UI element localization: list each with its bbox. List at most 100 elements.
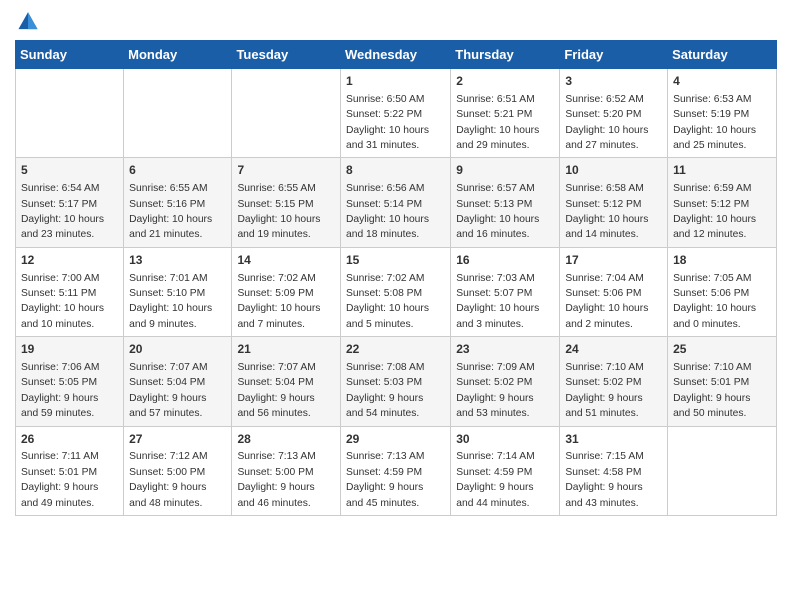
calendar-cell: 11 Sunrise: 6:59 AM Sunset: 5:12 PM Dayli… bbox=[668, 158, 777, 247]
calendar-cell: 27 Sunrise: 7:12 AM Sunset: 5:00 PM Dayli… bbox=[124, 426, 232, 515]
day-number: 29 bbox=[346, 431, 445, 448]
day-number: 15 bbox=[346, 252, 445, 269]
day-info: Sunrise: 7:00 AM Sunset: 5:11 PM Dayligh… bbox=[21, 273, 104, 330]
day-info: Sunrise: 7:11 AM Sunset: 5:01 PM Dayligh… bbox=[21, 451, 99, 508]
calendar-cell: 13 Sunrise: 7:01 AM Sunset: 5:10 PM Dayli… bbox=[124, 247, 232, 336]
page: SundayMondayTuesdayWednesdayThursdayFrid… bbox=[0, 0, 792, 531]
day-info: Sunrise: 7:15 AM Sunset: 4:58 PM Dayligh… bbox=[565, 451, 643, 508]
calendar-cell: 7 Sunrise: 6:55 AM Sunset: 5:15 PM Daylig… bbox=[232, 158, 341, 247]
day-number: 3 bbox=[565, 73, 662, 90]
calendar-cell: 25 Sunrise: 7:10 AM Sunset: 5:01 PM Dayli… bbox=[668, 337, 777, 426]
day-info: Sunrise: 7:01 AM Sunset: 5:10 PM Dayligh… bbox=[129, 273, 212, 330]
calendar-cell: 28 Sunrise: 7:13 AM Sunset: 5:00 PM Dayli… bbox=[232, 426, 341, 515]
day-number: 12 bbox=[21, 252, 118, 269]
calendar-cell: 18 Sunrise: 7:05 AM Sunset: 5:06 PM Dayli… bbox=[668, 247, 777, 336]
header bbox=[15, 10, 777, 32]
day-number: 31 bbox=[565, 431, 662, 448]
day-info: Sunrise: 7:07 AM Sunset: 5:04 PM Dayligh… bbox=[129, 362, 207, 419]
day-number: 16 bbox=[456, 252, 554, 269]
day-info: Sunrise: 7:05 AM Sunset: 5:06 PM Dayligh… bbox=[673, 273, 756, 330]
calendar-cell: 22 Sunrise: 7:08 AM Sunset: 5:03 PM Dayli… bbox=[340, 337, 450, 426]
calendar-cell: 2 Sunrise: 6:51 AM Sunset: 5:21 PM Daylig… bbox=[451, 69, 560, 158]
day-info: Sunrise: 6:55 AM Sunset: 5:16 PM Dayligh… bbox=[129, 183, 212, 240]
day-header-saturday: Saturday bbox=[668, 41, 777, 69]
calendar-cell: 24 Sunrise: 7:10 AM Sunset: 5:02 PM Dayli… bbox=[560, 337, 668, 426]
day-number: 30 bbox=[456, 431, 554, 448]
day-number: 5 bbox=[21, 162, 118, 179]
day-number: 7 bbox=[237, 162, 335, 179]
day-number: 9 bbox=[456, 162, 554, 179]
day-number: 26 bbox=[21, 431, 118, 448]
day-number: 11 bbox=[673, 162, 771, 179]
day-header-sunday: Sunday bbox=[16, 41, 124, 69]
day-header-monday: Monday bbox=[124, 41, 232, 69]
day-number: 20 bbox=[129, 341, 226, 358]
calendar-header-row: SundayMondayTuesdayWednesdayThursdayFrid… bbox=[16, 41, 777, 69]
day-info: Sunrise: 7:03 AM Sunset: 5:07 PM Dayligh… bbox=[456, 273, 539, 330]
day-info: Sunrise: 7:09 AM Sunset: 5:02 PM Dayligh… bbox=[456, 362, 534, 419]
day-number: 8 bbox=[346, 162, 445, 179]
calendar-cell: 26 Sunrise: 7:11 AM Sunset: 5:01 PM Dayli… bbox=[16, 426, 124, 515]
calendar-cell: 15 Sunrise: 7:02 AM Sunset: 5:08 PM Dayli… bbox=[340, 247, 450, 336]
day-number: 10 bbox=[565, 162, 662, 179]
day-number: 14 bbox=[237, 252, 335, 269]
day-info: Sunrise: 6:55 AM Sunset: 5:15 PM Dayligh… bbox=[237, 183, 320, 240]
calendar-cell: 19 Sunrise: 7:06 AM Sunset: 5:05 PM Dayli… bbox=[16, 337, 124, 426]
calendar-table: SundayMondayTuesdayWednesdayThursdayFrid… bbox=[15, 40, 777, 516]
day-info: Sunrise: 6:59 AM Sunset: 5:12 PM Dayligh… bbox=[673, 183, 756, 240]
day-number: 4 bbox=[673, 73, 771, 90]
day-header-thursday: Thursday bbox=[451, 41, 560, 69]
calendar-cell: 3 Sunrise: 6:52 AM Sunset: 5:20 PM Daylig… bbox=[560, 69, 668, 158]
calendar-week-1: 1 Sunrise: 6:50 AM Sunset: 5:22 PM Daylig… bbox=[16, 69, 777, 158]
day-header-friday: Friday bbox=[560, 41, 668, 69]
day-number: 2 bbox=[456, 73, 554, 90]
day-info: Sunrise: 7:13 AM Sunset: 5:00 PM Dayligh… bbox=[237, 451, 315, 508]
day-info: Sunrise: 6:52 AM Sunset: 5:20 PM Dayligh… bbox=[565, 94, 648, 151]
calendar-cell bbox=[232, 69, 341, 158]
day-info: Sunrise: 7:02 AM Sunset: 5:08 PM Dayligh… bbox=[346, 273, 429, 330]
day-number: 18 bbox=[673, 252, 771, 269]
day-number: 25 bbox=[673, 341, 771, 358]
day-number: 24 bbox=[565, 341, 662, 358]
calendar-cell: 9 Sunrise: 6:57 AM Sunset: 5:13 PM Daylig… bbox=[451, 158, 560, 247]
calendar-cell: 29 Sunrise: 7:13 AM Sunset: 4:59 PM Dayli… bbox=[340, 426, 450, 515]
calendar-cell: 12 Sunrise: 7:00 AM Sunset: 5:11 PM Dayli… bbox=[16, 247, 124, 336]
day-info: Sunrise: 7:04 AM Sunset: 5:06 PM Dayligh… bbox=[565, 273, 648, 330]
calendar-cell bbox=[16, 69, 124, 158]
logo-icon bbox=[17, 10, 39, 32]
calendar-cell: 20 Sunrise: 7:07 AM Sunset: 5:04 PM Dayli… bbox=[124, 337, 232, 426]
day-number: 6 bbox=[129, 162, 226, 179]
day-number: 1 bbox=[346, 73, 445, 90]
day-info: Sunrise: 6:54 AM Sunset: 5:17 PM Dayligh… bbox=[21, 183, 104, 240]
day-info: Sunrise: 6:51 AM Sunset: 5:21 PM Dayligh… bbox=[456, 94, 539, 151]
day-info: Sunrise: 6:50 AM Sunset: 5:22 PM Dayligh… bbox=[346, 94, 429, 151]
day-info: Sunrise: 7:10 AM Sunset: 5:02 PM Dayligh… bbox=[565, 362, 643, 419]
day-number: 22 bbox=[346, 341, 445, 358]
calendar-week-2: 5 Sunrise: 6:54 AM Sunset: 5:17 PM Daylig… bbox=[16, 158, 777, 247]
day-info: Sunrise: 6:56 AM Sunset: 5:14 PM Dayligh… bbox=[346, 183, 429, 240]
calendar-cell: 23Sunrise: 7:09 AM Sunset: 5:02 PM Dayli… bbox=[451, 337, 560, 426]
day-number: 21 bbox=[237, 341, 335, 358]
day-info: Sunrise: 6:58 AM Sunset: 5:12 PM Dayligh… bbox=[565, 183, 648, 240]
day-info: Sunrise: 7:10 AM Sunset: 5:01 PM Dayligh… bbox=[673, 362, 751, 419]
calendar-cell: 5 Sunrise: 6:54 AM Sunset: 5:17 PM Daylig… bbox=[16, 158, 124, 247]
calendar-cell: 16 Sunrise: 7:03 AM Sunset: 5:07 PM Dayli… bbox=[451, 247, 560, 336]
day-number: 28 bbox=[237, 431, 335, 448]
day-info: Sunrise: 7:06 AM Sunset: 5:05 PM Dayligh… bbox=[21, 362, 99, 419]
calendar-cell: 14 Sunrise: 7:02 AM Sunset: 5:09 PM Dayli… bbox=[232, 247, 341, 336]
day-number: 27 bbox=[129, 431, 226, 448]
day-info: Sunrise: 7:07 AM Sunset: 5:04 PM Dayligh… bbox=[237, 362, 315, 419]
calendar-week-3: 12 Sunrise: 7:00 AM Sunset: 5:11 PM Dayli… bbox=[16, 247, 777, 336]
day-info: Sunrise: 7:13 AM Sunset: 4:59 PM Dayligh… bbox=[346, 451, 424, 508]
day-info: Sunrise: 7:02 AM Sunset: 5:09 PM Dayligh… bbox=[237, 273, 320, 330]
calendar-week-4: 19 Sunrise: 7:06 AM Sunset: 5:05 PM Dayli… bbox=[16, 337, 777, 426]
day-info: Sunrise: 6:57 AM Sunset: 5:13 PM Dayligh… bbox=[456, 183, 539, 240]
calendar-cell: 17Sunrise: 7:04 AM Sunset: 5:06 PM Dayli… bbox=[560, 247, 668, 336]
day-number: 13 bbox=[129, 252, 226, 269]
calendar-cell: 1 Sunrise: 6:50 AM Sunset: 5:22 PM Daylig… bbox=[340, 69, 450, 158]
day-info: Sunrise: 7:08 AM Sunset: 5:03 PM Dayligh… bbox=[346, 362, 424, 419]
day-number: 19 bbox=[21, 341, 118, 358]
day-info: Sunrise: 7:12 AM Sunset: 5:00 PM Dayligh… bbox=[129, 451, 207, 508]
calendar-cell: 30Sunrise: 7:14 AM Sunset: 4:59 PM Dayli… bbox=[451, 426, 560, 515]
calendar-cell: 6 Sunrise: 6:55 AM Sunset: 5:16 PM Daylig… bbox=[124, 158, 232, 247]
